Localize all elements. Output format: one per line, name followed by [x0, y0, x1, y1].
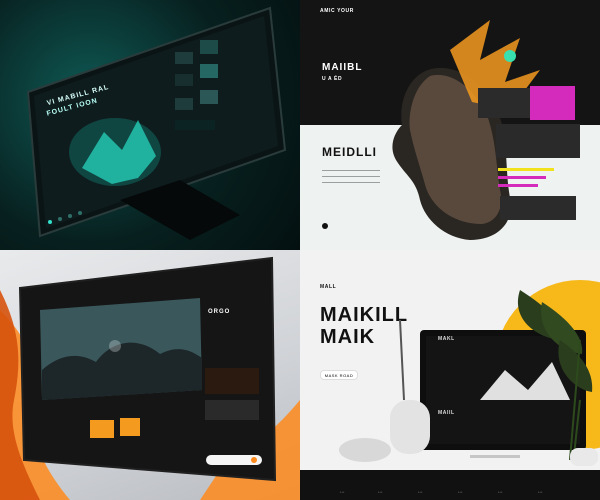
mood-board-grid: VI MABILL RAL FOULT IOON AMIC YOUR MAIIB…: [0, 0, 600, 500]
white-monitor-label: MAKL: [438, 336, 455, 342]
white-card-text: MAIIL: [438, 410, 455, 416]
footer-item-5[interactable]: •••: [498, 490, 503, 494]
footer-item-6[interactable]: •••: [538, 490, 543, 494]
teal-monitor-art: [26, 6, 287, 240]
landing-art: [322, 20, 580, 240]
white-landing-art: [300, 280, 600, 500]
panel-white-landing: MALL MAIKILL MAIK MASK ROAD MAKL MAIIL •…: [300, 250, 600, 500]
fiery-screen-art: [0, 256, 300, 500]
panel-dark-landing: AMIC YOUR MAIIBL U A ÉD MEIDLLI: [300, 0, 600, 250]
footer-item-1[interactable]: •••: [340, 490, 345, 494]
panel-teal-monitor: VI MABILL RAL FOULT IOON: [0, 0, 300, 250]
footer-item-4[interactable]: •••: [458, 490, 463, 494]
fiery-screen-header: ORGO: [208, 309, 231, 315]
panel-fiery-screen: ORGO: [0, 250, 300, 500]
footer-item-2[interactable]: •••: [378, 490, 383, 494]
footer-item-3[interactable]: •••: [418, 490, 423, 494]
